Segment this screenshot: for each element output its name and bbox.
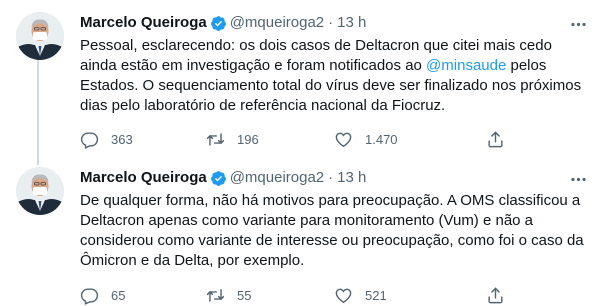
retweet-count: 55 — [237, 287, 252, 303]
verified-badge-icon — [210, 15, 227, 32]
avatar-photo — [16, 167, 64, 215]
mention-link[interactable]: @minsaude — [426, 57, 506, 74]
reply-icon — [80, 287, 99, 305]
tweet-text: De qualquer forma, não há motivos para p… — [80, 192, 584, 269]
tweet-timestamp[interactable]: 13 h — [337, 13, 366, 33]
verified-badge-icon — [210, 170, 227, 187]
more-options-icon[interactable] — [568, 14, 588, 34]
like-button[interactable]: 521 — [334, 285, 387, 305]
tweet-header: Marcelo Queiroga @mqueiroga2 · 13 h — [80, 168, 366, 188]
tweet[interactable]: Marcelo Queiroga @mqueiroga2 · 13 h Pess… — [0, 0, 602, 155]
author-name[interactable]: Marcelo Queiroga — [80, 168, 207, 188]
retweet-icon — [206, 288, 225, 302]
heart-icon — [335, 132, 352, 147]
author-handle[interactable]: @mqueiroga2 — [230, 13, 324, 33]
reply-count: 363 — [111, 131, 133, 147]
reply-icon — [80, 131, 99, 149]
share-button[interactable] — [486, 129, 505, 149]
share-icon — [488, 287, 503, 303]
share-button[interactable] — [486, 285, 505, 305]
more-options-icon[interactable] — [568, 169, 588, 189]
retweet-button[interactable]: 55 — [206, 285, 251, 305]
separator-dot: · — [328, 14, 334, 31]
reply-button[interactable]: 65 — [80, 285, 125, 305]
like-count: 1.470 — [365, 131, 398, 147]
tweet[interactable]: Marcelo Queiroga @mqueiroga2 · 13 h De q… — [0, 155, 602, 306]
tweet-timestamp[interactable]: 13 h — [337, 168, 366, 188]
like-count: 521 — [365, 287, 387, 303]
reply-button[interactable]: 363 — [80, 129, 133, 149]
reply-count: 65 — [111, 287, 126, 303]
tweet-header: Marcelo Queiroga @mqueiroga2 · 13 h — [80, 13, 366, 33]
retweet-icon — [206, 132, 225, 146]
tweet-text: Pessoal, esclarecendo: os dois casos de … — [80, 36, 590, 116]
retweet-count: 196 — [237, 131, 259, 147]
share-icon — [488, 131, 503, 147]
retweet-button[interactable]: 196 — [206, 129, 259, 149]
avatar[interactable] — [16, 12, 64, 60]
like-button[interactable]: 1.470 — [334, 129, 398, 149]
avatar[interactable] — [16, 167, 64, 215]
author-name[interactable]: Marcelo Queiroga — [80, 13, 207, 33]
separator-dot: · — [328, 169, 334, 186]
author-handle[interactable]: @mqueiroga2 — [230, 168, 324, 188]
avatar-photo — [16, 12, 64, 60]
heart-icon — [335, 288, 352, 303]
